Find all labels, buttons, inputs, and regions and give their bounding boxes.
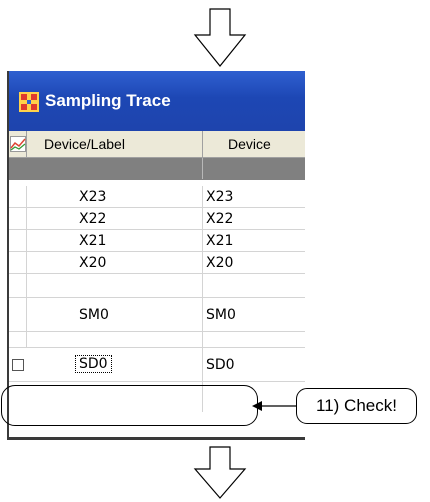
- header-icon-cell: [9, 131, 27, 157]
- device-cell[interactable]: X20: [203, 252, 305, 273]
- device-label-text: X20: [79, 255, 107, 271]
- table-header: Device/Label Device: [9, 131, 305, 158]
- gray-cell: [27, 158, 203, 179]
- column-header-device[interactable]: Device: [203, 131, 305, 157]
- gray-spacer-row: [9, 158, 305, 180]
- device-label-text: SM0: [79, 307, 109, 323]
- table-row[interactable]: [9, 332, 305, 348]
- row-highlight-outline: [1, 385, 258, 426]
- device-cell[interactable]: X21: [203, 230, 305, 251]
- row-marker-cell: [9, 186, 27, 207]
- device-label-cell[interactable]: [27, 274, 203, 297]
- device-label-cell[interactable]: SD0: [27, 348, 203, 381]
- table-row[interactable]: [9, 274, 305, 298]
- device-text: SM0: [206, 307, 236, 323]
- device-label-text: X22: [79, 211, 107, 227]
- device-label-text: X23: [79, 189, 107, 205]
- device-text: X20: [206, 255, 234, 271]
- row-marker-cell: [9, 332, 27, 347]
- device-label-cell[interactable]: [27, 332, 203, 347]
- device-label-cell[interactable]: X23: [27, 186, 203, 207]
- device-text: X22: [206, 211, 234, 227]
- table-row[interactable]: X22 X22: [9, 208, 305, 230]
- table-row[interactable]: SM0 SM0: [9, 298, 305, 332]
- top-down-arrow-icon: [193, 8, 247, 67]
- device-cell[interactable]: SD0: [203, 348, 305, 381]
- device-text: X23: [206, 189, 234, 205]
- row-marker-cell: [9, 252, 27, 273]
- row-marker-cell: [9, 274, 27, 297]
- bottom-down-arrow-icon: [193, 446, 247, 499]
- table-row[interactable]: X23 X23: [9, 186, 305, 208]
- table-row-selected[interactable]: SD0 SD0: [9, 348, 305, 382]
- device-cell[interactable]: X23: [203, 186, 305, 207]
- check-callout: 11) Check!: [296, 388, 417, 424]
- device-label-cell[interactable]: SM0: [27, 298, 203, 331]
- device-label-text: SD0: [75, 355, 112, 373]
- sampling-trace-app-icon: [19, 92, 39, 112]
- sd0-checkbox[interactable]: [12, 359, 24, 371]
- device-label-cell[interactable]: X20: [27, 252, 203, 273]
- table-row[interactable]: X21 X21: [9, 230, 305, 252]
- column-header-device-label[interactable]: Device/Label: [27, 131, 203, 157]
- device-text: SD0: [206, 357, 235, 373]
- device-cell[interactable]: X22: [203, 208, 305, 229]
- device-label-cell[interactable]: X21: [27, 230, 203, 251]
- device-cell[interactable]: [203, 274, 305, 297]
- title-bar: Sampling Trace: [9, 71, 305, 131]
- device-text: X21: [206, 233, 234, 249]
- window-title: Sampling Trace: [45, 91, 171, 110]
- row-marker-cell: [9, 208, 27, 229]
- row-marker-cell: [9, 348, 27, 381]
- chart-icon: [10, 136, 26, 152]
- row-marker-cell: [9, 230, 27, 251]
- device-label-text: X21: [79, 233, 107, 249]
- row-marker-cell: [9, 298, 27, 331]
- callout-arrow-icon: [252, 401, 297, 411]
- table-row[interactable]: X20 X20: [9, 252, 305, 274]
- device-cell[interactable]: SM0: [203, 298, 305, 331]
- device-label-cell[interactable]: X22: [27, 208, 203, 229]
- device-cell[interactable]: [203, 332, 305, 347]
